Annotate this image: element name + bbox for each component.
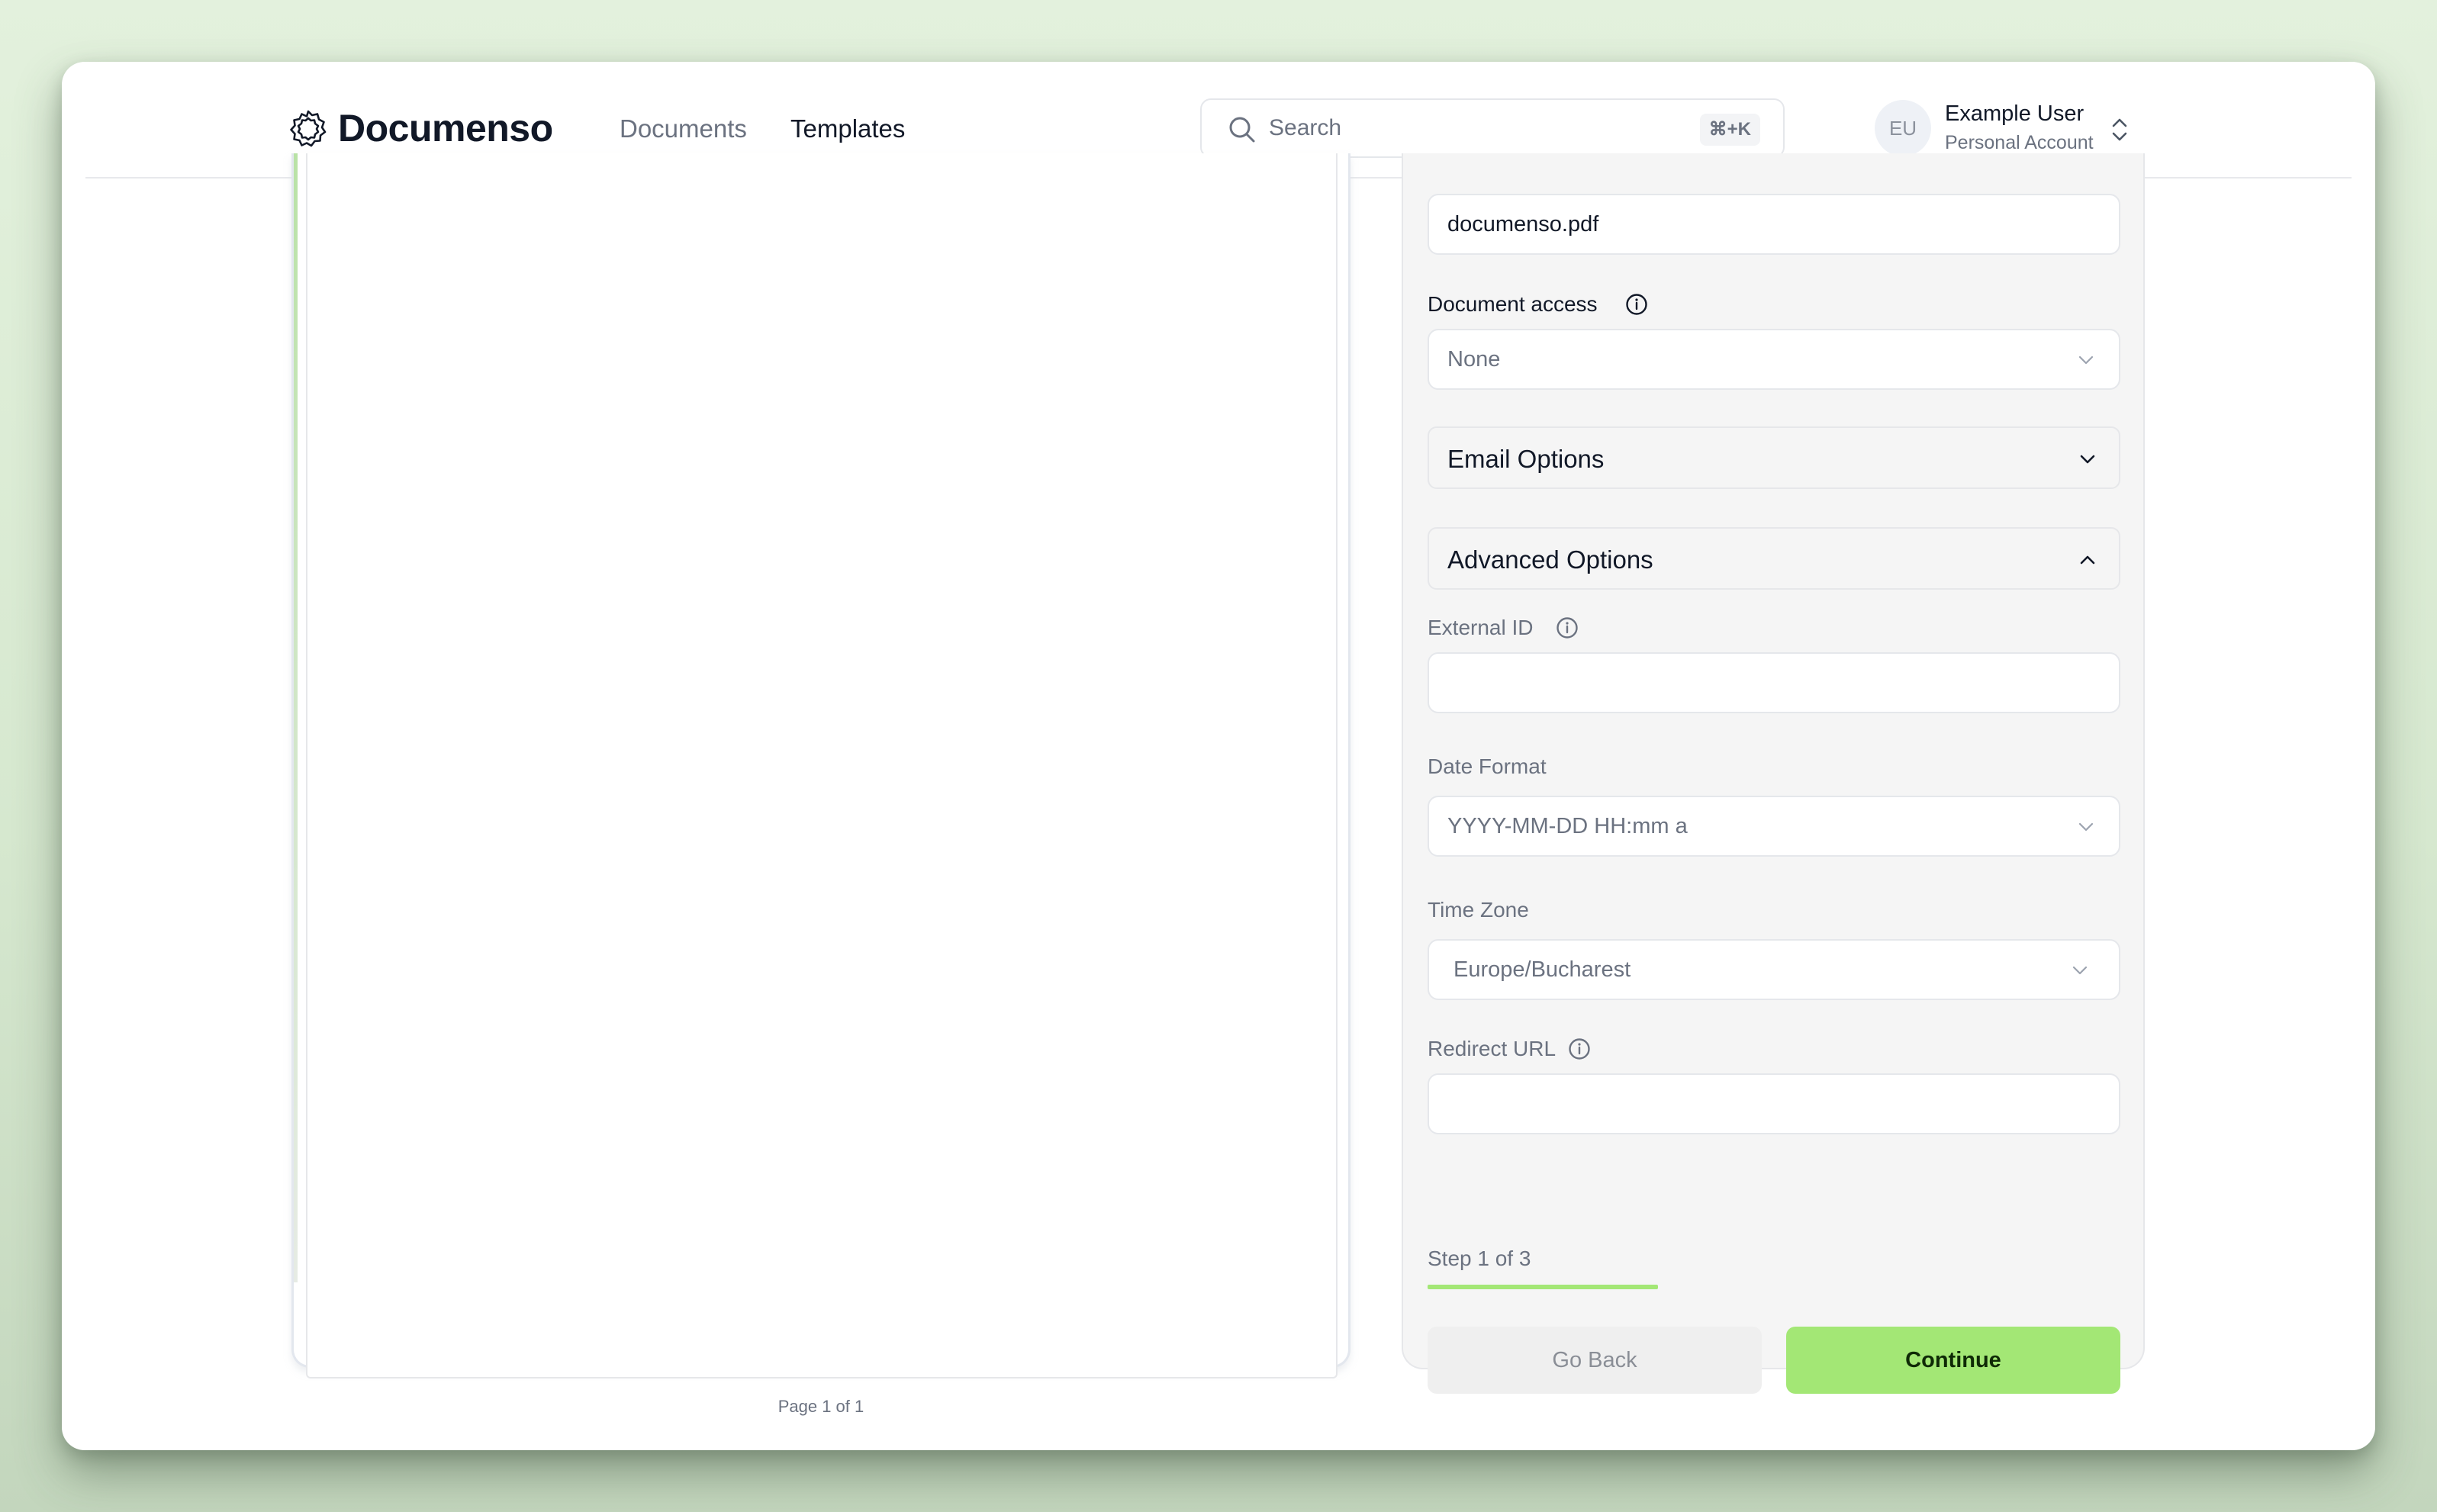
email-options-title: Email Options — [1447, 445, 1605, 473]
title-input-value: documenso.pdf — [1447, 212, 1599, 236]
avatar[interactable]: EU — [1875, 100, 1931, 156]
chevron-down-icon — [2078, 355, 2094, 365]
redirect-url-input[interactable] — [1428, 1073, 2120, 1134]
document-viewer: Page 1 of 1 — [291, 153, 1350, 1416]
info-icon[interactable] — [1556, 616, 1579, 639]
step-indicator: Step 1 of 3 — [1428, 1247, 1531, 1270]
chevron-down-icon — [2080, 455, 2095, 464]
external-id-label: External ID — [1428, 616, 1534, 639]
document-access-label: Document access — [1428, 292, 1598, 316]
search-shortcut-badge: ⌘+K — [1699, 114, 1760, 146]
time-zone-value: Europe/Bucharest — [1454, 957, 1631, 982]
title-input[interactable]: documenso.pdf — [1428, 194, 2120, 255]
settings-panel: documenso.pdf Document access None Email… — [1402, 153, 2145, 1394]
chevron-down-icon — [2072, 966, 2088, 975]
info-icon[interactable] — [1568, 1037, 1591, 1060]
document-access-select[interactable]: None — [1428, 329, 2120, 390]
nav-templates[interactable]: Templates — [790, 114, 905, 143]
search-placeholder: Search — [1269, 115, 1342, 140]
document-access-value: None — [1447, 347, 1501, 372]
continue-button[interactable]: Continue — [1786, 1327, 2120, 1394]
redirect-url-label: Redirect URL — [1428, 1037, 1557, 1060]
brand-name[interactable]: Documenso — [338, 106, 553, 150]
search-icon — [1229, 117, 1255, 143]
viewer-accent-border — [294, 153, 298, 1282]
documenso-logo-icon[interactable] — [288, 109, 328, 149]
date-format-select[interactable]: YYYY-MM-DD HH:mm a — [1428, 796, 2120, 857]
document-page[interactable] — [306, 153, 1338, 1378]
search-input[interactable]: Search ⌘+K — [1200, 98, 1785, 158]
step-progress-fill — [1428, 1285, 1659, 1289]
email-options-accordion[interactable]: Email Options — [1428, 426, 2120, 489]
go-back-button[interactable]: Go Back — [1428, 1327, 1762, 1394]
info-icon[interactable] — [1625, 293, 1648, 316]
app-window: Documenso Documents Templates Search ⌘+K… — [62, 62, 2375, 1450]
chevron-up-icon — [2080, 555, 2095, 565]
external-id-input[interactable] — [1428, 652, 2120, 713]
advanced-options-title: Advanced Options — [1447, 545, 1653, 574]
account-type: Personal Account — [1945, 132, 2094, 153]
nav-documents[interactable]: Documents — [620, 114, 747, 143]
step-progress-bar — [1428, 1285, 2120, 1289]
chevron-down-icon — [2078, 822, 2094, 832]
time-zone-label: Time Zone — [1428, 898, 1529, 922]
advanced-options-accordion[interactable]: Advanced Options — [1428, 527, 2120, 590]
date-format-label: Date Format — [1428, 754, 1547, 778]
user-name[interactable]: Example User — [1945, 101, 2084, 127]
date-format-value: YYYY-MM-DD HH:mm a — [1447, 814, 1688, 838]
time-zone-select[interactable]: Europe/Bucharest — [1428, 939, 2120, 1000]
page-indicator: Page 1 of 1 — [777, 1397, 864, 1416]
chevrons-up-down-icon[interactable] — [2110, 117, 2130, 143]
